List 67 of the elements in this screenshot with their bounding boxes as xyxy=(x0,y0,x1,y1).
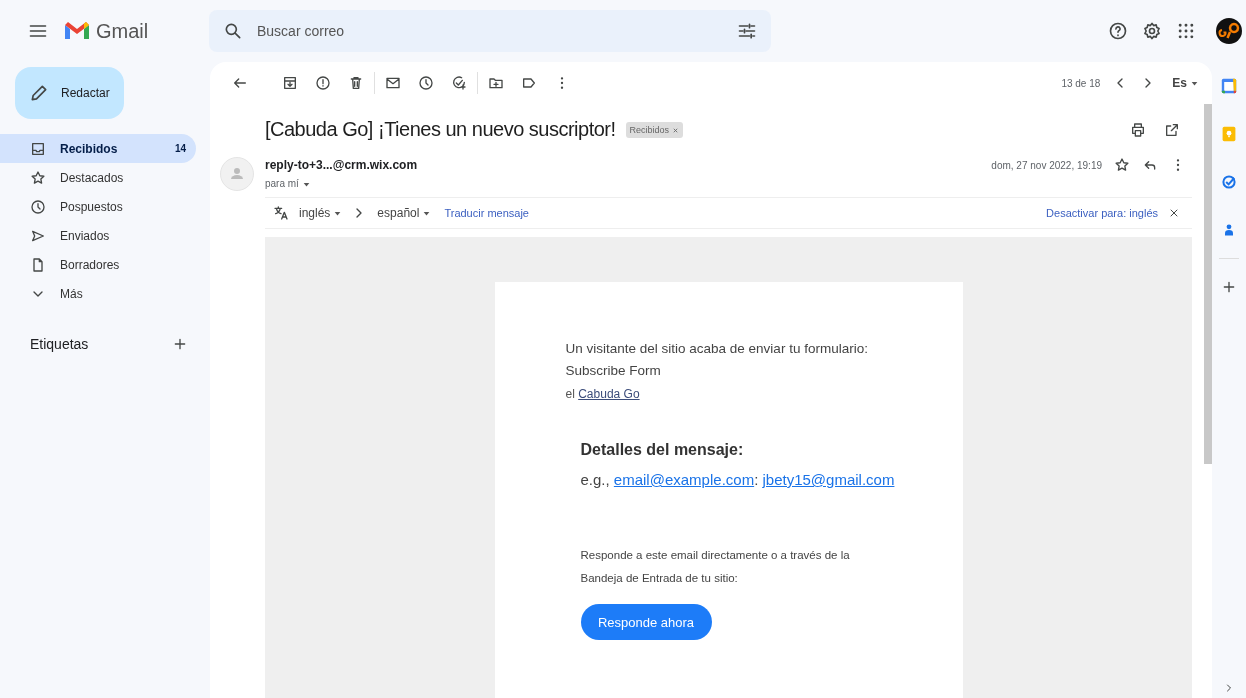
check-circle-icon[interactable] xyxy=(1221,174,1237,190)
label-chip[interactable]: Recibidos xyxy=(625,121,684,138)
caret-icon xyxy=(334,210,342,218)
clock-icon xyxy=(30,198,46,215)
archive-icon[interactable] xyxy=(282,75,298,91)
message-details: e.g., email@example.com: jbety15@gmail.com xyxy=(580,471,896,488)
back-icon[interactable] xyxy=(232,75,248,91)
calendar-icon[interactable] xyxy=(1221,78,1237,94)
email-link[interactable]: jbety15@gmail.com xyxy=(762,471,895,488)
scrollbar[interactable] xyxy=(1204,104,1212,464)
gmail-logo-icon xyxy=(64,21,90,41)
translate-link[interactable]: Traducir mensaje xyxy=(444,207,529,219)
reply-now-button[interactable]: Responde ahora xyxy=(580,604,712,640)
profile-avatar[interactable] xyxy=(1216,18,1242,44)
plus-icon[interactable] xyxy=(1221,279,1237,295)
app-name: Gmail xyxy=(96,19,149,43)
search-input[interactable]: Buscar correo xyxy=(255,22,725,40)
sender-address: reply-to+3...@crm.wix.com xyxy=(265,158,418,172)
open-in-new-window-icon[interactable] xyxy=(1164,121,1180,138)
delete-icon[interactable] xyxy=(348,75,364,91)
site-link[interactable]: Cabuda Go xyxy=(578,387,640,401)
translate-icon xyxy=(273,205,289,221)
search-icon[interactable] xyxy=(223,21,243,41)
message-position: 13 de 18 xyxy=(1061,77,1101,89)
sidebar-item[interactable]: Recibidos 14 xyxy=(0,134,196,163)
form-name: Subscribe Form xyxy=(565,362,662,380)
compose-button[interactable]: Redactar xyxy=(15,67,124,119)
apps-icon[interactable] xyxy=(1176,21,1196,41)
help-icon[interactable] xyxy=(1108,21,1128,41)
clock-icon[interactable] xyxy=(418,75,434,91)
print-icon[interactable] xyxy=(1130,121,1146,138)
reply-note: Responde a este email directamente o a través de la Bandeja de Entrada de tu sitio: xyxy=(580,548,851,586)
site-line: el Cabuda Go xyxy=(565,386,641,403)
sidebar-item[interactable]: Enviados xyxy=(0,221,196,250)
input-language-button[interactable]: Es xyxy=(1172,76,1198,90)
details-heading: Detalles del mensaje: xyxy=(580,441,745,459)
target-language-dropdown[interactable]: español xyxy=(377,206,431,220)
recipient-dropdown[interactable]: para mí xyxy=(265,178,310,189)
sender-avatar xyxy=(220,157,254,191)
caret-icon xyxy=(423,210,431,218)
disable-translation-link[interactable]: Desactivar para: inglés xyxy=(1046,207,1158,219)
add-task-icon[interactable] xyxy=(451,75,467,91)
inbox-icon xyxy=(30,140,46,157)
source-language-dropdown[interactable]: inglés xyxy=(299,206,342,220)
intro-text: Un visitante del sitio acaba de enviar tu formulario: xyxy=(565,340,869,358)
star-icon xyxy=(30,169,46,186)
star-icon[interactable] xyxy=(1114,157,1130,173)
label-icon[interactable] xyxy=(521,75,537,91)
settings-icon[interactable] xyxy=(1142,21,1162,41)
sidebar-item[interactable]: Destacados xyxy=(0,163,196,192)
filter-icon[interactable] xyxy=(737,21,757,41)
labels-heading: Etiquetas xyxy=(30,336,89,352)
sidebar-item[interactable]: Más xyxy=(0,279,196,308)
file-icon xyxy=(30,256,46,273)
report-icon[interactable] xyxy=(315,75,331,91)
close-icon[interactable] xyxy=(1168,207,1180,219)
search-bar[interactable]: Buscar correo xyxy=(209,10,771,52)
email-date: dom, 27 nov 2022, 19:19 xyxy=(991,159,1102,171)
caret-icon xyxy=(1191,80,1198,88)
email-subject: [Cabuda Go] ¡Tienes un nuevo suscriptor! xyxy=(265,118,616,141)
envelope-icon[interactable] xyxy=(385,75,401,91)
folder-icon[interactable] xyxy=(488,75,504,91)
sidebar-item[interactable]: Pospuestos xyxy=(0,192,196,221)
sidebar-item[interactable]: Borradores xyxy=(0,250,196,279)
plus-icon[interactable] xyxy=(172,336,188,352)
pencil-icon xyxy=(29,83,49,103)
caret-icon xyxy=(302,180,310,188)
